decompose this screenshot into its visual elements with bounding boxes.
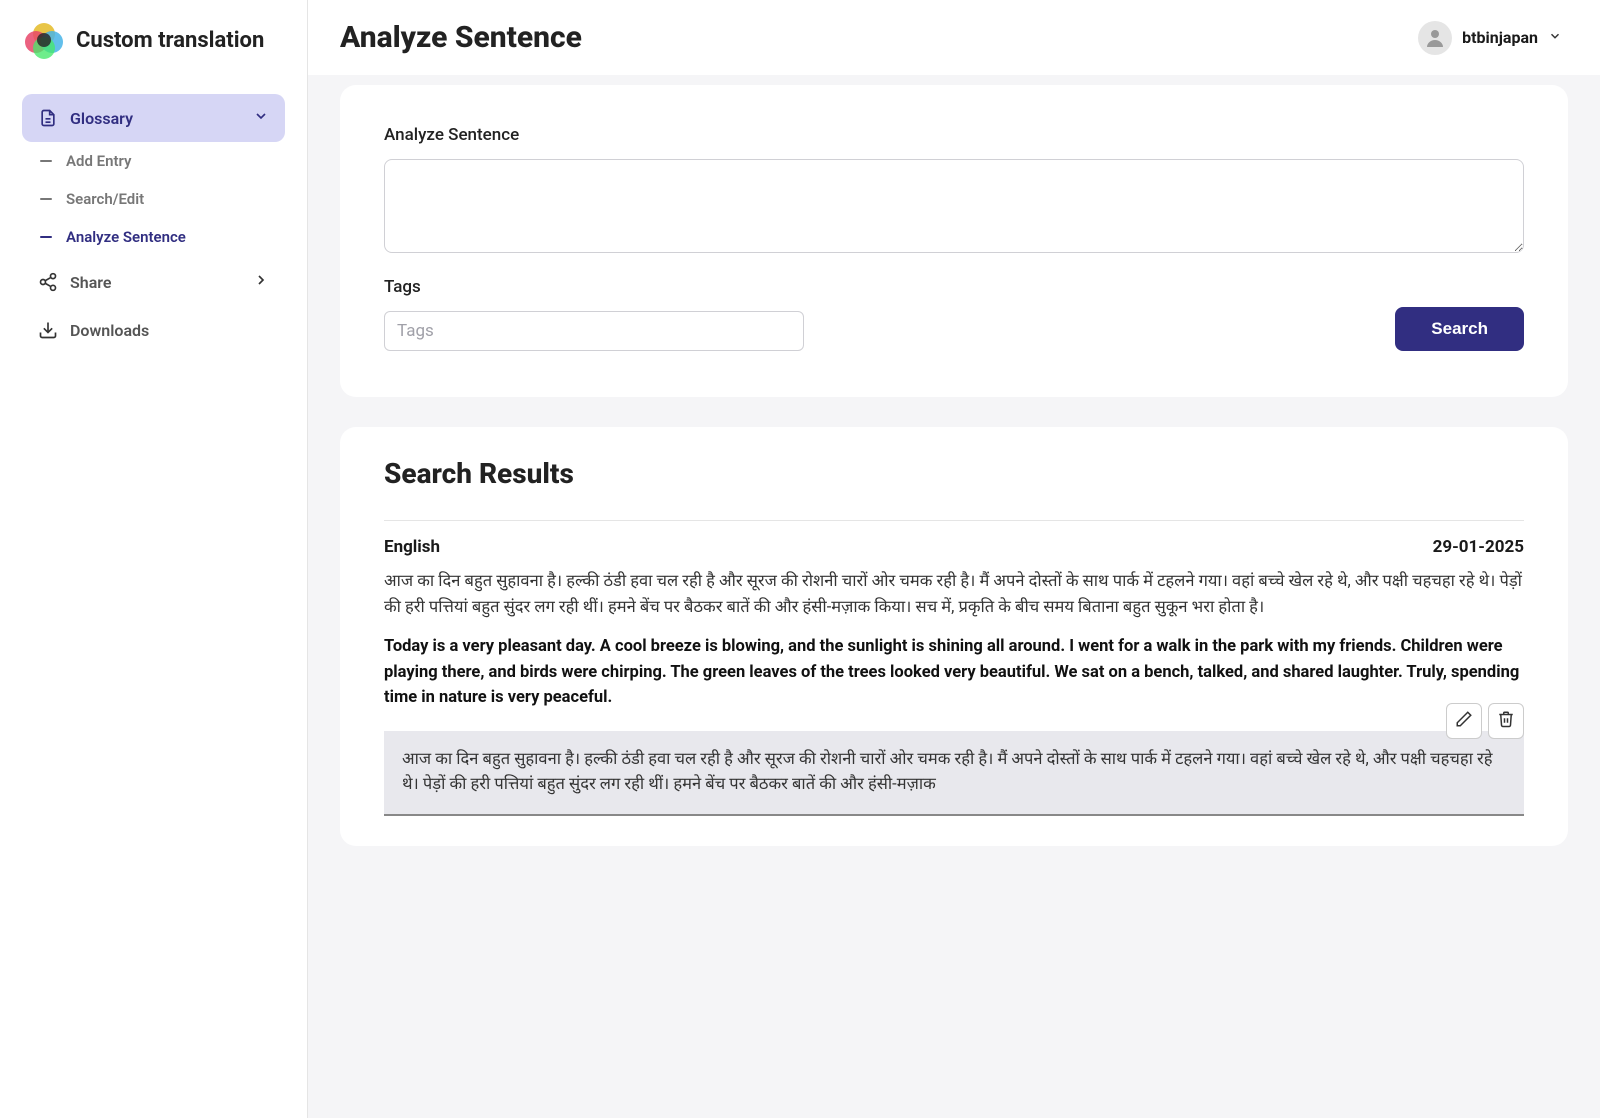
topbar: Analyze Sentence btbinjapan (308, 0, 1600, 75)
subnav-search-edit[interactable]: Search/Edit (22, 180, 285, 218)
username: btbinjapan (1462, 28, 1538, 47)
page-title: Analyze Sentence (340, 20, 582, 55)
nav-share-label: Share (70, 273, 112, 292)
result-highlight-box: आज का दिन बहुत सुहावना है। हल्की ठंडी हव… (384, 731, 1524, 816)
nav-share[interactable]: Share (22, 258, 285, 306)
app-logo-icon (22, 18, 66, 62)
result-translation-text: Today is a very pleasant day. A cool bre… (384, 637, 1519, 707)
user-menu[interactable]: btbinjapan (1418, 21, 1562, 55)
search-button[interactable]: Search (1395, 307, 1524, 351)
nav-glossary-label: Glossary (70, 109, 133, 128)
app-name: Custom translation (76, 28, 264, 53)
delete-button[interactable] (1488, 703, 1524, 739)
nav-downloads[interactable]: Downloads (22, 306, 285, 354)
pencil-icon (1455, 710, 1473, 731)
subnav-label: Analyze Sentence (66, 228, 186, 246)
subnav-label: Search/Edit (66, 190, 144, 208)
tags-input[interactable] (384, 311, 804, 351)
share-icon (38, 272, 58, 292)
nav-glossary[interactable]: Glossary (22, 94, 285, 142)
logo[interactable]: Custom translation (22, 18, 285, 62)
sidebar: Custom translation Glossary Add E (0, 0, 308, 1118)
result-date: 29-01-2025 (1433, 537, 1524, 557)
avatar (1418, 21, 1452, 55)
analyze-label: Analyze Sentence (384, 125, 1524, 145)
chevron-right-icon (253, 272, 269, 292)
subnav-analyze-sentence[interactable]: Analyze Sentence (22, 218, 285, 256)
divider (384, 520, 1524, 521)
results-title: Search Results (384, 457, 1524, 490)
subnav-label: Add Entry (66, 152, 132, 170)
result-language: English (384, 537, 440, 557)
chevron-down-icon (253, 108, 269, 128)
trash-icon (1497, 710, 1515, 731)
download-icon (38, 320, 58, 340)
dash-icon (40, 198, 52, 200)
results-card: Search Results English 29-01-2025 आज का … (340, 427, 1568, 846)
dash-icon (40, 160, 52, 162)
analyze-input[interactable] (384, 159, 1524, 253)
subnav-add-entry[interactable]: Add Entry (22, 142, 285, 180)
dash-icon (40, 236, 52, 238)
nav-downloads-label: Downloads (70, 321, 149, 340)
result-source-text: आज का दिन बहुत सुहावना है। हल्की ठंडी हव… (384, 569, 1524, 620)
result-translation-wrapper: Today is a very pleasant day. A cool bre… (384, 634, 1524, 711)
analyze-form-card: Analyze Sentence Tags Search (340, 85, 1568, 397)
edit-button[interactable] (1446, 703, 1482, 739)
main-content: Analyze Sentence btbinjapan Analyze Sent… (308, 0, 1600, 1118)
result-header: English 29-01-2025 (384, 537, 1524, 557)
document-icon (38, 108, 58, 128)
chevron-down-icon (1548, 28, 1562, 47)
tags-label: Tags (384, 277, 804, 297)
